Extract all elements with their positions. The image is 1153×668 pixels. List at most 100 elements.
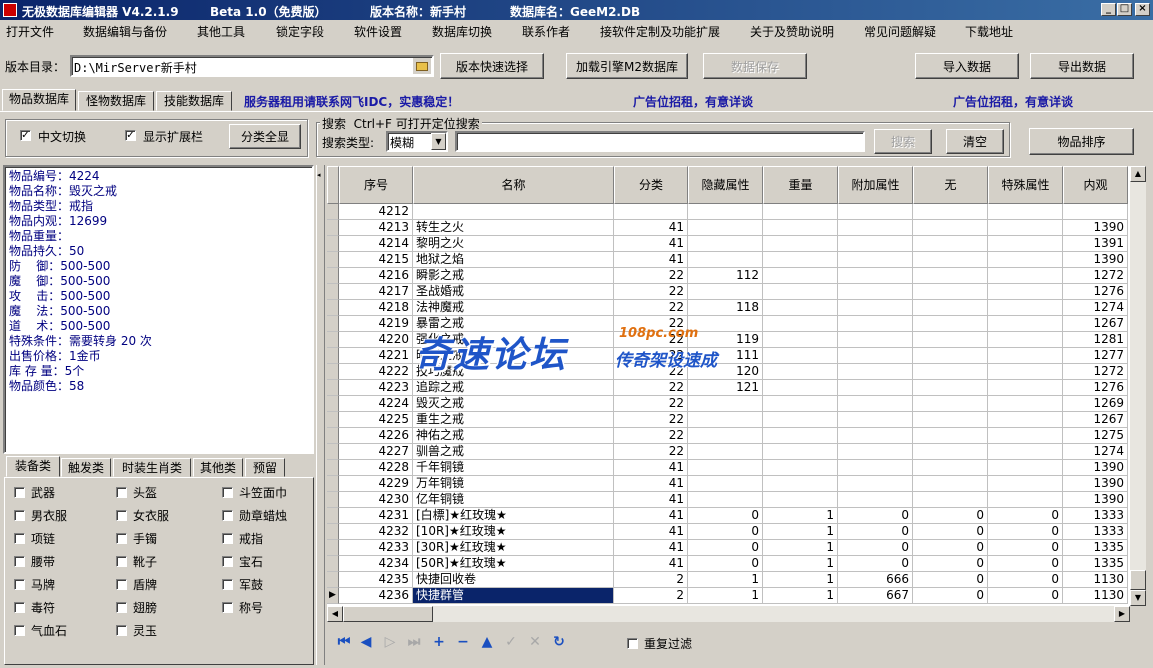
grid-cell[interactable] [763,444,838,460]
grid-cell[interactable]: 1274 [1063,444,1128,460]
menu-data-edit[interactable]: 数据编辑与备份 [83,23,167,40]
grid-cell[interactable]: 万年铜镜 [413,476,614,492]
grid-cell[interactable] [688,492,763,508]
grid-cell[interactable]: 千年铜镜 [413,460,614,476]
row-indicator[interactable] [327,316,339,332]
grid-cell[interactable] [913,460,988,476]
grid-cell[interactable]: 0 [913,572,988,588]
grid-cell[interactable]: 法神魔戒 [413,300,614,316]
grid-cell[interactable]: 41 [614,508,688,524]
menu-open-file[interactable]: 打开文件 [6,23,54,40]
tab-other[interactable]: 其他类 [193,458,243,477]
grid-cell[interactable]: 666 [838,572,913,588]
grid-cell[interactable]: 112 [688,268,763,284]
grid-cell[interactable] [913,380,988,396]
grid-cell[interactable]: [10R]★红玫瑰★ [413,524,614,540]
grid-cell[interactable] [988,220,1063,236]
cat-checkbox[interactable] [14,602,25,613]
menu-other-tools[interactable]: 其他工具 [197,23,245,40]
close-button[interactable]: × [1135,3,1150,16]
grid-cell[interactable]: 暗影之戒 [413,348,614,364]
grid-cell[interactable] [913,204,988,220]
row-indicator[interactable] [327,444,339,460]
grid-cell[interactable]: 1269 [1063,396,1128,412]
grid-cell[interactable] [988,460,1063,476]
grid-cell[interactable]: 4228 [339,460,413,476]
grid-cell[interactable] [988,476,1063,492]
tab-items-db[interactable]: 物品数据库 [2,89,76,111]
grid-cell[interactable]: 22 [614,444,688,460]
grid-column-header[interactable]: 特殊属性 [988,166,1063,204]
cat-checkbox[interactable] [222,510,233,521]
grid-cell[interactable] [688,220,763,236]
grid-cell[interactable]: 4222 [339,364,413,380]
cat-checkbox[interactable] [222,579,233,590]
grid-cell[interactable] [988,284,1063,300]
grid-cell[interactable] [988,492,1063,508]
grid-cell[interactable]: 0 [913,588,988,604]
load-engine-button[interactable]: 加载引擎M2数据库 [566,53,688,79]
grid-cell[interactable]: 1390 [1063,220,1128,236]
grid-cell[interactable] [838,492,913,508]
show-ext-checkbox[interactable]: ✓ [125,130,136,141]
row-indicator[interactable] [327,556,339,572]
grid-column-header[interactable]: 无 [913,166,988,204]
prior-record-icon[interactable]: ◀ [358,634,374,650]
row-indicator[interactable] [327,540,339,556]
grid-cell[interactable]: 快捷群管 [413,588,614,604]
grid-cell[interactable] [763,428,838,444]
row-indicator[interactable] [327,476,339,492]
grid-cell[interactable] [913,316,988,332]
current-row-indicator[interactable]: ▶ [327,588,339,604]
grid-cell[interactable] [913,428,988,444]
grid-cell[interactable] [688,316,763,332]
grid-cell[interactable] [988,316,1063,332]
grid-cell[interactable] [763,380,838,396]
show-all-button[interactable]: 分类全显 [229,124,301,149]
cat-checkbox[interactable] [14,556,25,567]
grid-cell[interactable]: 22 [614,268,688,284]
grid-cell[interactable]: 4226 [339,428,413,444]
grid-cell[interactable] [763,332,838,348]
grid-cell[interactable]: 41 [614,236,688,252]
grid-cell[interactable]: 22 [614,428,688,444]
grid-cell[interactable]: 1274 [1063,300,1128,316]
cat-checkbox[interactable] [116,556,127,567]
cancel-record-icon[interactable]: ✕ [527,634,543,650]
grid-cell[interactable]: 41 [614,492,688,508]
dedupe-checkbox[interactable] [627,638,638,649]
splitter-arrow-icon[interactable]: ◂ [317,171,321,179]
grid-cell[interactable]: 2 [614,588,688,604]
insert-record-icon[interactable]: + [431,634,447,650]
grid-cell[interactable] [838,220,913,236]
grid-cell[interactable]: 0 [988,556,1063,572]
grid-cell[interactable]: 41 [614,556,688,572]
cat-checkbox[interactable] [222,533,233,544]
grid-cell[interactable]: 1276 [1063,380,1128,396]
grid-cell[interactable]: 0 [838,524,913,540]
grid-cell[interactable]: 0 [838,508,913,524]
import-button[interactable]: 导入数据 [915,53,1019,79]
grid-cell[interactable]: 4220 [339,332,413,348]
grid-cell[interactable]: 4234 [339,556,413,572]
grid-cell[interactable] [763,460,838,476]
clear-button[interactable]: 清空 [946,129,1004,154]
chevron-down-icon[interactable]: ▼ [431,133,446,150]
row-indicator[interactable] [327,284,339,300]
grid-cell[interactable]: 4217 [339,284,413,300]
grid-cell[interactable]: 0 [688,540,763,556]
tab-reserved[interactable]: 预留 [245,458,285,477]
grid-cell[interactable] [763,268,838,284]
grid-cell[interactable] [1063,204,1128,220]
edit-record-icon[interactable]: ▲ [479,634,495,650]
grid-column-header[interactable]: 附加属性 [838,166,913,204]
menu-about[interactable]: 关于及赞助说明 [750,23,834,40]
grid-cell[interactable] [763,364,838,380]
grid-cell[interactable]: 1 [763,524,838,540]
grid-cell[interactable] [988,236,1063,252]
grid-cell[interactable] [763,348,838,364]
grid-cell[interactable] [688,396,763,412]
grid-cell[interactable]: 0 [988,508,1063,524]
grid-cell[interactable]: 1272 [1063,364,1128,380]
item-grid[interactable]: 序号 名称 分类 隐藏属性 重量 附加属性无特殊属性 内观 4212 4213 转生之火 41 139… [327,166,1146,606]
